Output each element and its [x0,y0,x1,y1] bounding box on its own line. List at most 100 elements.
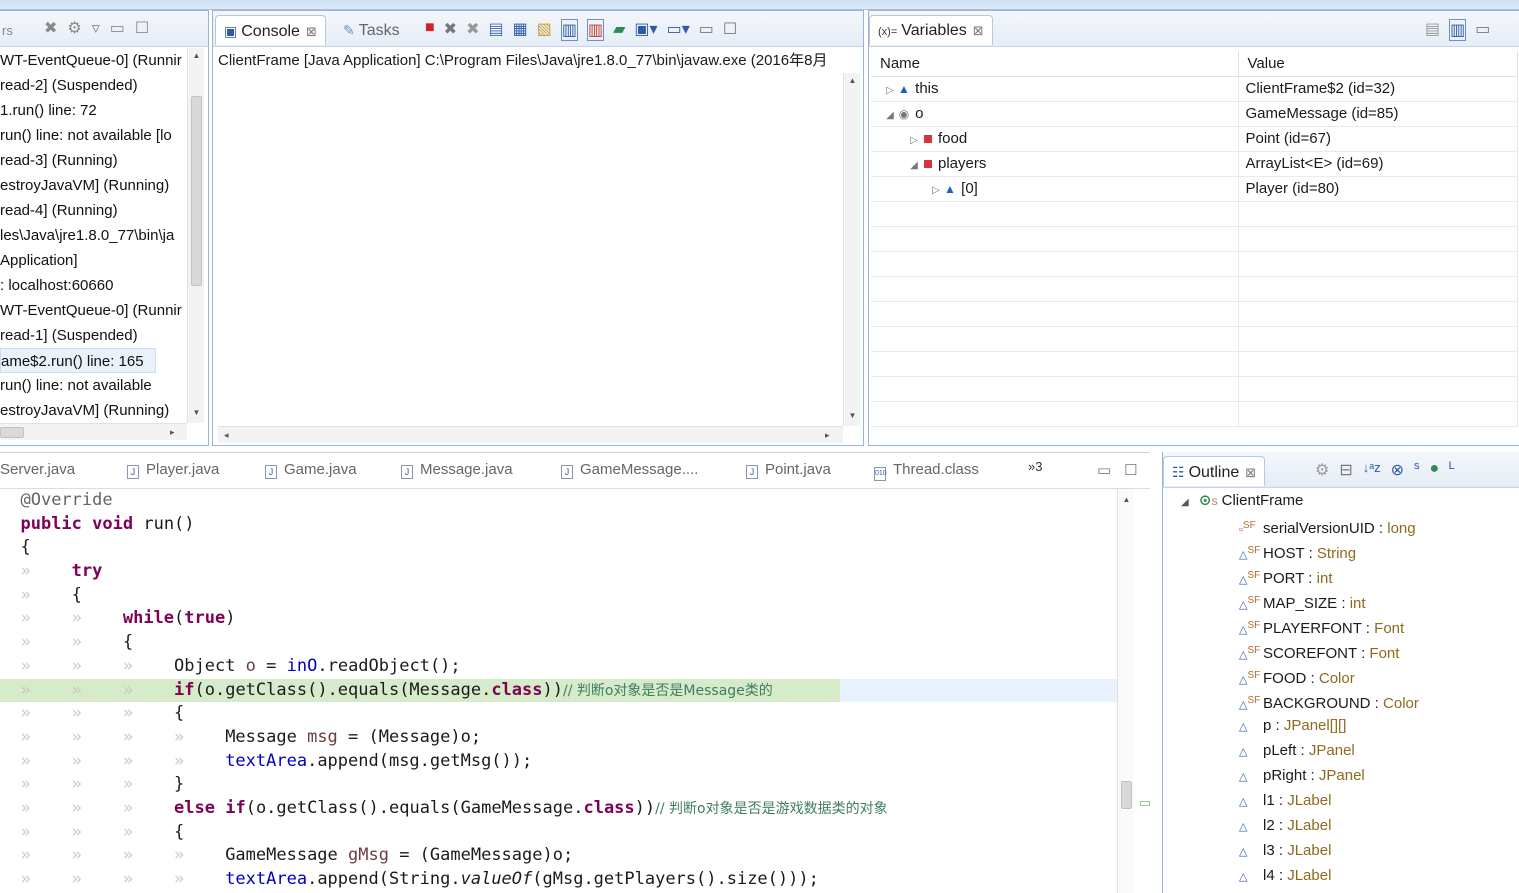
scroll-up-icon[interactable]: ▲ [1118,495,1135,504]
hide-fields-icon[interactable]: ⊗ [1391,460,1404,480]
word-wrap-icon[interactable]: ▧ [537,19,552,41]
minimize-icon[interactable]: ▭ [1097,461,1111,479]
thread-item[interactable]: les\Java\jre1.8.0_77\bin\ja [0,223,186,248]
variable-row[interactable]: ▷ ▲ [0] Player (id=80) [871,176,1518,202]
outline-field-item[interactable]: △SF HOST : String [1163,538,1519,563]
scroll-right-icon[interactable]: ▸ [825,427,830,444]
thread-item[interactable]: read-1] (Suspended) [0,323,186,348]
hide-static-icon[interactable]: ˢ [1414,460,1419,480]
outline-field-item[interactable]: △ p : JPanel[][] [1163,713,1519,738]
scrollbar-thumb[interactable] [1121,781,1132,809]
minimize-icon[interactable]: ▭ [110,18,125,38]
remove-launch-icon[interactable]: ✖ [444,19,457,41]
maximize-icon[interactable]: ☐ [135,18,149,38]
view-menu-icon[interactable]: ▿ [92,18,100,38]
thread-item[interactable]: estroyJavaVM] (Running) [0,173,186,198]
column-header-value[interactable]: Value [1238,51,1518,77]
sort-icon[interactable]: ↓ᵃz [1363,460,1381,480]
editor-tab[interactable]: J GameMessage.... [561,461,698,479]
editor-tab[interactable]: J Point.java [746,461,831,479]
thread-item[interactable]: WT-EventQueue-0] (Runnir [0,298,186,323]
editor-tab[interactable]: J Player.java [127,461,219,479]
minimize-icon[interactable]: ▭ [699,19,714,41]
collapse-icon[interactable]: ◢ [1181,497,1189,508]
show-type-names-icon[interactable]: ▤ [1425,19,1440,41]
close-icon[interactable]: ⊠ [973,23,984,38]
editor-vertical-scrollbar[interactable]: ▲ [1117,489,1134,893]
thread-item[interactable]: run() line: not available [lo [0,123,186,148]
collapse-all-icon[interactable]: ▥ [1449,19,1467,41]
expand-icon[interactable]: ▷ [929,185,943,196]
expand-icon[interactable]: ▷ [883,85,897,96]
thread-item[interactable]: : localhost:60660 [0,273,186,298]
tab-console[interactable]: ▣ Console ⊠ [215,15,326,45]
thread-item[interactable]: Application] [0,248,186,273]
hide-non-public-icon[interactable]: ● [1429,460,1439,480]
editor-tab[interactable]: 010 Thread.class [874,461,979,481]
console-horizontal-scrollbar[interactable]: ◂ ▸ [218,426,843,443]
thread-item[interactable]: read-4] (Running) [0,198,186,223]
variable-row[interactable]: ◢ ◉ o GameMessage (id=85) [871,101,1518,127]
outline-class-item[interactable]: ◢ ⊙S ClientFrame [1163,488,1519,513]
editor-tab[interactable]: J Game.java [265,461,357,479]
outline-field-item[interactable]: △SF MAP_SIZE : int [1163,588,1519,613]
outline-field-item[interactable]: △SF FOOD : Color [1163,663,1519,688]
editor-tab[interactable]: Server.java [0,461,75,478]
collapse-icon[interactable]: ◢ [883,110,897,121]
minimize-icon[interactable]: ▭ [1475,19,1490,41]
scroll-up-icon[interactable]: ▲ [188,51,205,60]
tab-tasks[interactable]: ✎ Tasks [335,15,408,45]
code-area[interactable]: @Override public void run() { » try » { … [0,489,1117,892]
collapse-all-icon[interactable]: ⊟ [1339,460,1352,480]
scrollbar-thumb[interactable] [0,427,24,438]
hide-local-types-icon[interactable]: ᴸ [1449,460,1455,480]
remove-all-terminated-icon[interactable]: ✖ [44,18,57,38]
close-icon[interactable]: ⊠ [1245,465,1256,480]
display-selected-console-icon[interactable]: ▣▾ [634,19,657,41]
console-vertical-scrollbar[interactable]: ▲ ▼ [843,73,860,426]
outline-field-item[interactable]: △ l2 : JLabel [1163,813,1519,838]
show-on-stderr-icon[interactable]: ▥ [586,19,605,41]
pin-console-icon[interactable]: ▰ [613,19,625,41]
debug-tab-fragment[interactable]: rs [2,23,13,38]
outline-field-item[interactable]: ▫SF serialVersionUID : long [1163,513,1519,538]
outline-field-item[interactable]: △SF SCOREFONT : Font [1163,638,1519,663]
terminate-icon[interactable]: ■ [425,19,435,41]
scroll-up-icon[interactable]: ▲ [844,76,861,85]
thread-item[interactable]: estroyJavaVM] (Running) [0,398,186,423]
outline-field-item[interactable]: △SF PORT : int [1163,563,1519,588]
thread-item[interactable]: read-2] (Suspended) [0,73,186,98]
thread-item[interactable]: run() line: not available [0,373,186,398]
step-filters-icon[interactable]: ⚙ [67,18,81,38]
collapse-icon[interactable]: ◢ [907,160,921,171]
column-header-name[interactable]: Name [871,51,1239,77]
focus-icon[interactable]: ⚙ [1315,460,1329,480]
editor-tab[interactable]: J Message.java [401,461,513,479]
expand-icon[interactable]: ▷ [907,135,921,146]
outline-field-item[interactable]: △SF BACKGROUND : Color [1163,688,1519,713]
variable-row[interactable]: ◢ players ArrayList<E> (id=69) [871,151,1518,177]
scrollbar-thumb[interactable] [191,96,202,286]
outline-field-item[interactable]: △ pLeft : JPanel [1163,738,1519,763]
close-icon[interactable]: ⊠ [306,24,317,39]
show-on-stdout-icon[interactable]: ▥ [560,19,578,41]
outline-field-item[interactable]: △ pRight : JPanel [1163,763,1519,788]
outline-field-item[interactable]: △ l1 : JLabel [1163,788,1519,813]
debug-vertical-scrollbar[interactable]: ▲ ▼ [187,48,204,423]
outline-field-item[interactable]: △ l4 : JLabel [1163,863,1519,888]
scroll-right-icon[interactable]: ▸ [170,424,175,441]
scroll-down-icon[interactable]: ▼ [844,411,861,420]
overview-ruler-marker[interactable] [1140,801,1150,806]
tab-overflow-indicator[interactable]: »3 [1028,459,1042,474]
tab-outline[interactable]: ☷ Outline ⊠ [1163,456,1266,486]
scroll-left-icon[interactable]: ◂ [224,427,229,444]
outline-field-item[interactable]: △SF PLAYERFONT : Font [1163,613,1519,638]
scroll-lock-icon[interactable]: ▦ [513,19,528,41]
maximize-icon[interactable]: ☐ [723,19,737,41]
variable-row[interactable]: ▷ ▲ this ClientFrame$2 (id=32) [871,76,1518,102]
thread-item[interactable]: 1.run() line: 72 [0,98,186,123]
scroll-down-icon[interactable]: ▼ [188,408,205,417]
variable-row[interactable]: ▷ food Point (id=67) [871,126,1518,152]
open-console-icon[interactable]: ▭▾ [667,19,690,41]
thread-item-selected[interactable]: ame$2.run() line: 165 [0,348,156,373]
